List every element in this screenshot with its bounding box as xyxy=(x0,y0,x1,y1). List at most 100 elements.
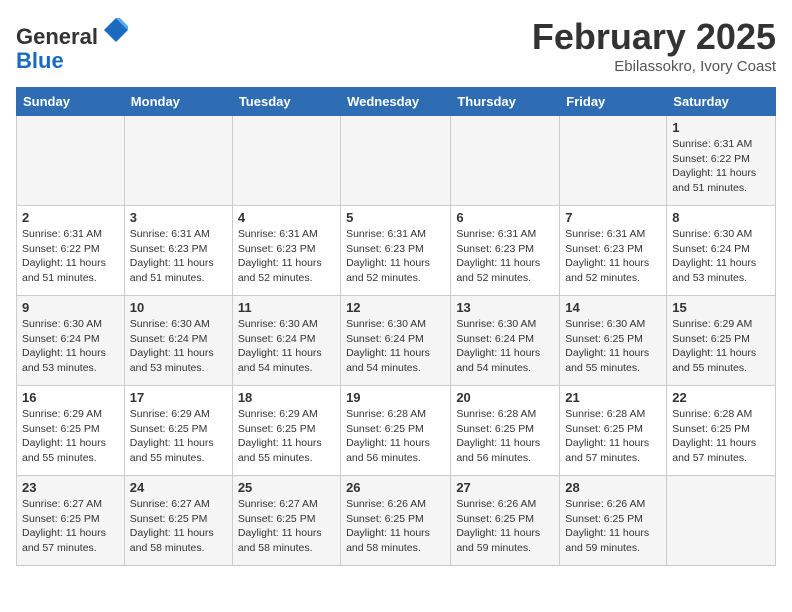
logo-icon xyxy=(102,16,130,44)
calendar-cell: 10 Sunrise: 6:30 AMSunset: 6:24 PMDayligh… xyxy=(124,296,232,386)
day-number: 14 xyxy=(565,300,661,315)
calendar-cell: 21 Sunrise: 6:28 AMSunset: 6:25 PMDayligh… xyxy=(560,386,667,476)
calendar-cell xyxy=(341,116,451,206)
calendar-cell: 3 Sunrise: 6:31 AMSunset: 6:23 PMDaylight… xyxy=(124,206,232,296)
day-info: Sunrise: 6:30 AMSunset: 6:25 PMDaylight:… xyxy=(565,317,661,376)
day-number: 21 xyxy=(565,390,661,405)
logo: General Blue xyxy=(16,16,130,73)
calendar-cell: 18Sunrise: 6:29 AMSunset: 6:25 PMDayligh… xyxy=(232,386,340,476)
day-number: 22 xyxy=(672,390,770,405)
calendar-cell: 22 Sunrise: 6:28 AMSunset: 6:25 PMDayligh… xyxy=(667,386,776,476)
page-header: General Blue February 2025 Ebilassokro, … xyxy=(16,16,776,75)
calendar-cell: 5Sunrise: 6:31 AMSunset: 6:23 PMDaylight… xyxy=(341,206,451,296)
day-info: Sunrise: 6:27 AMSunset: 6:25 PMDaylight:… xyxy=(238,497,335,556)
weekday-header-friday: Friday xyxy=(560,88,667,116)
weekday-header-thursday: Thursday xyxy=(451,88,560,116)
day-number: 25 xyxy=(238,480,335,495)
calendar-cell: 19Sunrise: 6:28 AMSunset: 6:25 PMDayligh… xyxy=(341,386,451,476)
calendar-cell xyxy=(124,116,232,206)
calendar-cell xyxy=(17,116,125,206)
calendar-cell: 14 Sunrise: 6:30 AMSunset: 6:25 PMDayligh… xyxy=(560,296,667,386)
logo-general-text: General xyxy=(16,24,98,49)
calendar-cell: 17 Sunrise: 6:29 AMSunset: 6:25 PMDayligh… xyxy=(124,386,232,476)
day-info: Sunrise: 6:28 AMSunset: 6:25 PMDaylight:… xyxy=(672,407,770,466)
calendar-cell: 9Sunrise: 6:30 AMSunset: 6:24 PMDaylight… xyxy=(17,296,125,386)
calendar-cell: 20 Sunrise: 6:28 AMSunset: 6:25 PMDayligh… xyxy=(451,386,560,476)
day-number: 1 xyxy=(672,120,770,135)
day-info: Sunrise: 6:30 AMSunset: 6:24 PMDaylight:… xyxy=(238,317,335,376)
day-info: Sunrise: 6:29 AMSunset: 6:25 PMDaylight:… xyxy=(672,317,770,376)
calendar-cell: 12 Sunrise: 6:30 AMSunset: 6:24 PMDayligh… xyxy=(341,296,451,386)
day-info: Sunrise: 6:26 AMSunset: 6:25 PMDaylight:… xyxy=(456,497,554,556)
day-number: 11 xyxy=(238,300,335,315)
calendar-cell: 24 Sunrise: 6:27 AMSunset: 6:25 PMDayligh… xyxy=(124,476,232,566)
calendar-cell: 1Sunrise: 6:31 AMSunset: 6:22 PMDaylight… xyxy=(667,116,776,206)
day-number: 2 xyxy=(22,210,119,225)
weekday-header-saturday: Saturday xyxy=(667,88,776,116)
day-info: Sunrise: 6:30 AMSunset: 6:24 PMDaylight:… xyxy=(130,317,227,376)
day-info: Sunrise: 6:27 AMSunset: 6:25 PMDaylight:… xyxy=(130,497,227,556)
day-info: Sunrise: 6:31 AMSunset: 6:23 PMDaylight:… xyxy=(130,227,227,286)
day-number: 10 xyxy=(130,300,227,315)
calendar-cell: 7 Sunrise: 6:31 AMSunset: 6:23 PMDaylight… xyxy=(560,206,667,296)
calendar-cell: 4 Sunrise: 6:31 AMSunset: 6:23 PMDaylight… xyxy=(232,206,340,296)
day-number: 23 xyxy=(22,480,119,495)
day-number: 24 xyxy=(130,480,227,495)
calendar-cell xyxy=(451,116,560,206)
day-info: Sunrise: 6:30 AMSunset: 6:24 PMDaylight:… xyxy=(346,317,445,376)
title-block: February 2025 Ebilassokro, Ivory Coast xyxy=(532,16,776,75)
day-number: 6 xyxy=(456,210,554,225)
calendar-cell xyxy=(232,116,340,206)
calendar-cell: 8Sunrise: 6:30 AMSunset: 6:24 PMDaylight… xyxy=(667,206,776,296)
logo-blue-text: Blue xyxy=(16,48,64,73)
day-number: 16 xyxy=(22,390,119,405)
day-number: 4 xyxy=(238,210,335,225)
calendar-cell: 11 Sunrise: 6:30 AMSunset: 6:24 PMDayligh… xyxy=(232,296,340,386)
calendar-cell xyxy=(667,476,776,566)
calendar-week-3: 9Sunrise: 6:30 AMSunset: 6:24 PMDaylight… xyxy=(17,296,776,386)
calendar-cell: 16 Sunrise: 6:29 AMSunset: 6:25 PMDayligh… xyxy=(17,386,125,476)
day-info: Sunrise: 6:29 AMSunset: 6:25 PMDaylight:… xyxy=(22,407,119,466)
day-number: 7 xyxy=(565,210,661,225)
day-number: 3 xyxy=(130,210,227,225)
day-number: 20 xyxy=(456,390,554,405)
calendar-week-4: 16 Sunrise: 6:29 AMSunset: 6:25 PMDayligh… xyxy=(17,386,776,476)
day-info: Sunrise: 6:27 AMSunset: 6:25 PMDaylight:… xyxy=(22,497,119,556)
weekday-header-row: SundayMondayTuesdayWednesdayThursdayFrid… xyxy=(17,88,776,116)
weekday-header-wednesday: Wednesday xyxy=(341,88,451,116)
day-number: 17 xyxy=(130,390,227,405)
calendar-week-2: 2Sunrise: 6:31 AMSunset: 6:22 PMDaylight… xyxy=(17,206,776,296)
day-info: Sunrise: 6:29 AMSunset: 6:25 PMDaylight:… xyxy=(238,407,335,466)
weekday-header-monday: Monday xyxy=(124,88,232,116)
day-info: Sunrise: 6:31 AMSunset: 6:23 PMDaylight:… xyxy=(565,227,661,286)
calendar-cell: 2Sunrise: 6:31 AMSunset: 6:22 PMDaylight… xyxy=(17,206,125,296)
day-info: Sunrise: 6:29 AMSunset: 6:25 PMDaylight:… xyxy=(130,407,227,466)
calendar-cell: 27 Sunrise: 6:26 AMSunset: 6:25 PMDayligh… xyxy=(451,476,560,566)
day-number: 28 xyxy=(565,480,661,495)
calendar-cell: 28 Sunrise: 6:26 AMSunset: 6:25 PMDayligh… xyxy=(560,476,667,566)
day-info: Sunrise: 6:26 AMSunset: 6:25 PMDaylight:… xyxy=(565,497,661,556)
calendar-cell: 6 Sunrise: 6:31 AMSunset: 6:23 PMDaylight… xyxy=(451,206,560,296)
calendar-cell xyxy=(560,116,667,206)
day-info: Sunrise: 6:28 AMSunset: 6:25 PMDaylight:… xyxy=(456,407,554,466)
day-info: Sunrise: 6:28 AMSunset: 6:25 PMDaylight:… xyxy=(565,407,661,466)
day-info: Sunrise: 6:30 AMSunset: 6:24 PMDaylight:… xyxy=(456,317,554,376)
calendar-table: SundayMondayTuesdayWednesdayThursdayFrid… xyxy=(16,87,776,566)
day-info: Sunrise: 6:30 AMSunset: 6:24 PMDaylight:… xyxy=(672,227,770,286)
location-subtitle: Ebilassokro, Ivory Coast xyxy=(532,58,776,75)
day-number: 15 xyxy=(672,300,770,315)
day-number: 12 xyxy=(346,300,445,315)
calendar-cell: 15 Sunrise: 6:29 AMSunset: 6:25 PMDayligh… xyxy=(667,296,776,386)
weekday-header-tuesday: Tuesday xyxy=(232,88,340,116)
calendar-cell: 13 Sunrise: 6:30 AMSunset: 6:24 PMDayligh… xyxy=(451,296,560,386)
day-info: Sunrise: 6:31 AMSunset: 6:23 PMDaylight:… xyxy=(456,227,554,286)
calendar-week-1: 1Sunrise: 6:31 AMSunset: 6:22 PMDaylight… xyxy=(17,116,776,206)
day-number: 19 xyxy=(346,390,445,405)
day-number: 27 xyxy=(456,480,554,495)
day-number: 13 xyxy=(456,300,554,315)
month-year-title: February 2025 xyxy=(532,16,776,58)
day-info: Sunrise: 6:30 AMSunset: 6:24 PMDaylight:… xyxy=(22,317,119,376)
day-info: Sunrise: 6:26 AMSunset: 6:25 PMDaylight:… xyxy=(346,497,445,556)
calendar-week-5: 23 Sunrise: 6:27 AMSunset: 6:25 PMDayligh… xyxy=(17,476,776,566)
day-info: Sunrise: 6:31 AMSunset: 6:23 PMDaylight:… xyxy=(238,227,335,286)
